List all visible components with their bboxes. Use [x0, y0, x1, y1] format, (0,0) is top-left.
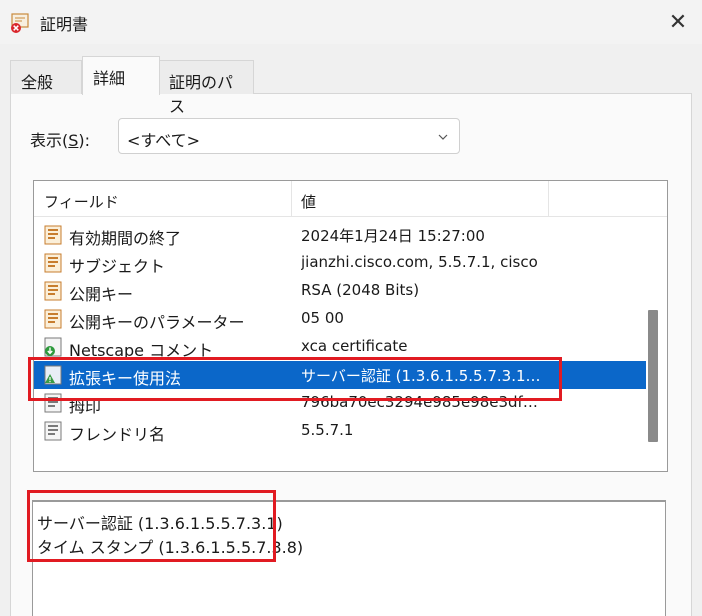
tab-details-label: 詳細	[93, 69, 126, 88]
cert-field-icon	[44, 281, 62, 301]
field-name: 公開キーのパラメーター	[69, 313, 245, 332]
field-value: 2024年1月24日 15:27:00	[301, 227, 485, 245]
extension-download-icon	[44, 337, 62, 357]
column-divider[interactable]	[291, 181, 292, 217]
list-row[interactable]: 公開キーのパラメーター 05 00	[34, 305, 646, 333]
field-value: 05 00	[301, 309, 344, 327]
show-select-value: <すべて>	[127, 131, 201, 150]
list-row[interactable]: フレンドリ名 5.5.7.1	[34, 417, 646, 445]
cert-property-icon	[44, 421, 62, 441]
column-header-value[interactable]: 値	[301, 191, 316, 212]
close-icon: ✕	[668, 9, 688, 35]
field-name: 公開キー	[69, 285, 134, 304]
cert-field-icon	[44, 309, 62, 329]
field-value: jianzhi.cisco.com, 5.5.7.1, cisco	[301, 253, 538, 271]
show-label-accesskey: S	[68, 131, 79, 150]
highlight-annotation	[28, 357, 562, 401]
certificate-icon	[11, 13, 29, 33]
cert-field-icon	[44, 225, 62, 245]
tab-certification-path[interactable]: 証明のパス	[158, 60, 254, 116]
show-label-suffix: ):	[78, 131, 91, 150]
column-header-field[interactable]: フィールド	[44, 191, 119, 212]
title-bar: 証明書 ✕	[0, 0, 702, 44]
window-title: 証明書	[40, 15, 89, 34]
highlight-annotation	[27, 490, 276, 562]
list-row[interactable]: 有効期間の終了 2024年1月24日 15:27:00	[34, 221, 646, 249]
close-button[interactable]: ✕	[660, 6, 696, 38]
tab-general-label: 全般	[21, 73, 54, 92]
show-select[interactable]: <すべて>	[118, 118, 460, 154]
column-divider[interactable]	[548, 181, 549, 217]
field-name: サブジェクト	[69, 257, 166, 276]
field-value: RSA (2048 Bits)	[301, 281, 420, 299]
field-value: xca certificate	[301, 337, 408, 355]
field-name: フレンドリ名	[69, 425, 166, 444]
field-value: 5.5.7.1	[301, 421, 354, 439]
list-header: フィールド 値	[34, 181, 667, 217]
show-label-prefix: 表示(	[30, 131, 69, 150]
chevron-down-icon	[438, 134, 448, 140]
show-label: 表示(S):	[30, 127, 90, 151]
cert-field-icon	[44, 253, 62, 273]
tab-strip: 全般 詳細 証明のパス	[0, 56, 702, 116]
field-name: 有効期間の終了	[69, 229, 182, 248]
tab-general[interactable]: 全般	[10, 60, 82, 94]
list-row[interactable]: 公開キー RSA (2048 Bits)	[34, 277, 646, 305]
list-scrollbar-thumb[interactable]	[648, 310, 658, 442]
tab-details[interactable]: 詳細	[82, 56, 160, 95]
list-row[interactable]: サブジェクト jianzhi.cisco.com, 5.5.7.1, cisco	[34, 249, 646, 277]
field-list[interactable]: フィールド 値 有効期間の終了 2024年1月24日 15:27:00 サブジェ…	[33, 180, 668, 472]
